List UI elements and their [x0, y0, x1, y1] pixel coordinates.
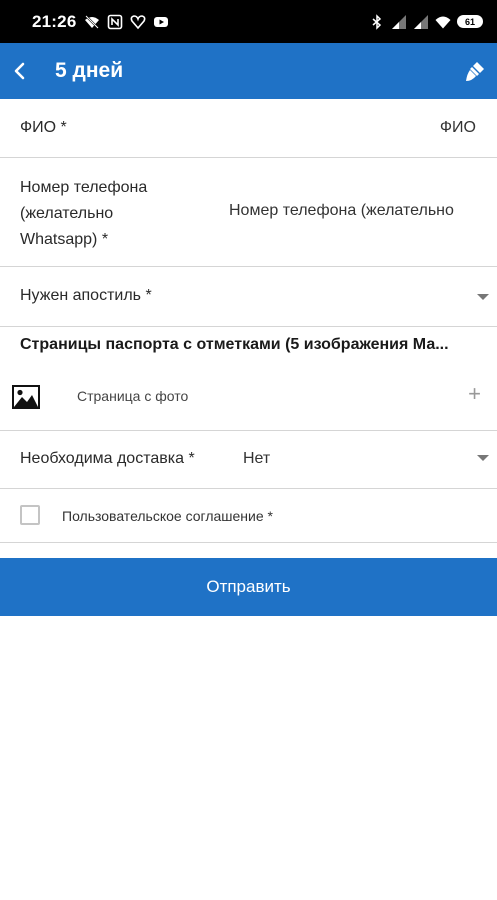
back-button[interactable]: [0, 43, 40, 99]
apostille-label: Нужен апостиль *: [20, 287, 152, 304]
delivery-select-row[interactable]: Необходима доставка * Нет: [0, 431, 497, 489]
fio-field-row[interactable]: ФИО * ФИО: [0, 99, 497, 158]
wifi-icon: [435, 16, 451, 28]
heart-icon: [131, 14, 146, 29]
bluetooth-icon: [372, 13, 382, 30]
fio-label: ФИО *: [20, 119, 67, 136]
add-photo-button[interactable]: +: [468, 382, 481, 406]
battery-icon: 61: [457, 15, 483, 28]
agreement-row[interactable]: Пользовательское соглашение *: [0, 489, 497, 543]
dropdown-arrow-icon[interactable]: [477, 455, 489, 461]
fio-input[interactable]: ФИО: [440, 119, 476, 137]
photo-page-label: Страница с фото: [77, 388, 189, 404]
submit-button[interactable]: Отправить: [0, 558, 497, 616]
app-bar: 5 дней: [0, 43, 497, 99]
status-bar: 21:26 61: [0, 0, 497, 43]
status-notification-icons: [84, 14, 169, 30]
app-n-icon: [108, 14, 123, 29]
brush-icon: [466, 62, 484, 81]
signal-icon: [392, 14, 406, 29]
status-time: 21:26: [32, 11, 77, 31]
delivery-value[interactable]: Нет: [243, 450, 270, 468]
chevron-left-icon: [14, 62, 25, 80]
phone-input[interactable]: Номер телефона (желательно: [229, 202, 479, 220]
phone-field-row[interactable]: Номер телефона (желательно Whatsapp) * Н…: [0, 158, 497, 267]
passport-section-header: Страницы паспорта с отметками (5 изображ…: [0, 327, 497, 364]
clear-form-button[interactable]: [455, 43, 495, 99]
image-icon: [12, 385, 40, 409]
photo-page-row[interactable]: Страница с фото +: [0, 364, 497, 431]
phone-label: Номер телефона (желательно Whatsapp) *: [20, 179, 148, 248]
wifi-off-icon: [85, 14, 100, 29]
dropdown-arrow-icon[interactable]: [477, 294, 489, 300]
passport-section-title: Страницы паспорта с отметками (5 изображ…: [20, 336, 449, 353]
agreement-label: Пользовательское соглашение *: [62, 508, 273, 524]
apostille-select-row[interactable]: Нужен апостиль *: [0, 267, 497, 327]
status-system-icons: 61: [369, 13, 483, 30]
delivery-label: Необходима доставка *: [20, 450, 195, 467]
signal-2-icon: [414, 14, 428, 29]
page-title: 5 дней: [55, 59, 124, 82]
youtube-icon: [154, 16, 169, 27]
agreement-checkbox[interactable]: [20, 505, 40, 525]
